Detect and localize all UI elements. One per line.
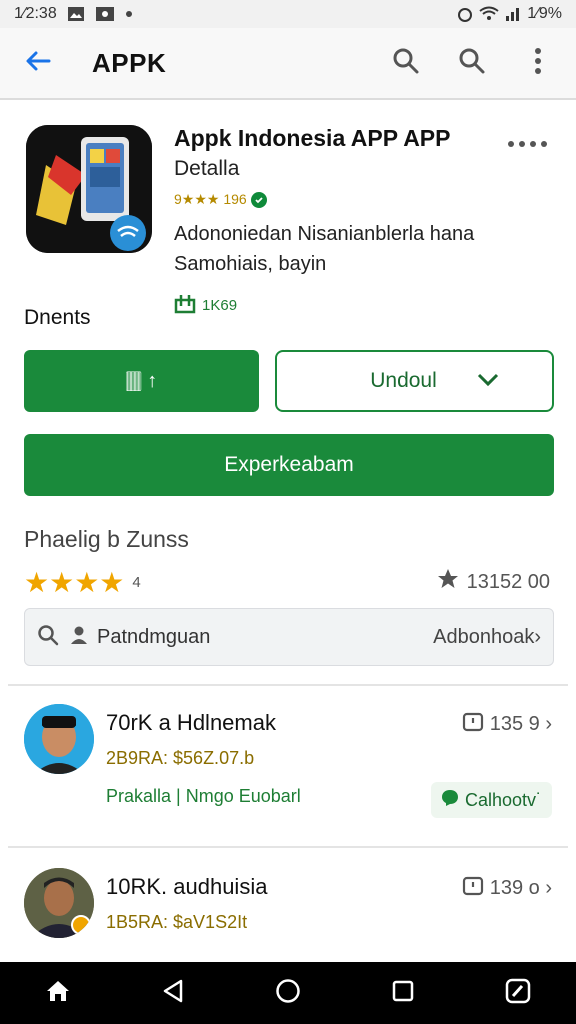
app-name: Appk Indonesia APP APP bbox=[174, 125, 451, 151]
review-count-text: 13152 00 bbox=[466, 570, 550, 593]
action-row: 🀫 ↑ Undoul bbox=[24, 350, 554, 412]
timer-icon bbox=[462, 710, 484, 738]
search-button[interactable] bbox=[382, 39, 430, 87]
download-count: 1K69 bbox=[174, 292, 237, 318]
chevron-down-icon bbox=[477, 369, 499, 393]
item-count: 135 9 › bbox=[462, 710, 552, 738]
star-icon bbox=[437, 568, 459, 596]
section-label: Dnents bbox=[24, 306, 91, 329]
review-stars: ★★★★ 4 bbox=[24, 566, 141, 599]
circle-icon bbox=[275, 978, 301, 1009]
edit-nav-button[interactable] bbox=[494, 969, 542, 1017]
undoul-button[interactable]: Undoul bbox=[275, 350, 554, 412]
rating-value: 4 bbox=[132, 574, 141, 591]
review-count: 13152 00 bbox=[437, 568, 550, 596]
item-name: 10RK. audhuisia bbox=[106, 874, 268, 899]
image-icon bbox=[67, 6, 85, 22]
experkeabam-button[interactable]: Experkeabam bbox=[24, 434, 554, 496]
app-description: Adononiedan Nisanianblerla hana Samohiai… bbox=[174, 219, 554, 279]
back-nav-button[interactable] bbox=[149, 969, 197, 1017]
search-icon bbox=[392, 47, 420, 80]
item-count: 139 o › bbox=[462, 874, 552, 902]
system-nav-bar bbox=[0, 962, 576, 1024]
item-count-text: 135 9 › bbox=[489, 712, 552, 735]
app-rating-text: 9★★★ 196 bbox=[174, 191, 247, 207]
timer-icon bbox=[462, 874, 484, 902]
overflow-menu-button[interactable] bbox=[514, 39, 562, 87]
app-subtitle: Detalla bbox=[174, 157, 240, 180]
verified-badge-icon bbox=[250, 191, 267, 208]
chat-bubble-icon bbox=[441, 789, 459, 812]
search-button-2[interactable] bbox=[448, 39, 496, 87]
install-button-text: 🀫 ↑ bbox=[125, 369, 158, 392]
item-chip[interactable]: Calhootv˙ bbox=[430, 782, 552, 818]
item-meta: 2B9RA: $56Z.07.b bbox=[106, 748, 255, 768]
back-triangle-icon bbox=[162, 979, 184, 1008]
review-search-field[interactable]: Patndmguan Adbonhoak› bbox=[24, 608, 554, 666]
avatar bbox=[24, 704, 94, 774]
person-icon bbox=[69, 625, 89, 650]
home-circle-nav-button[interactable] bbox=[264, 969, 312, 1017]
app-rating: 9★★★ 196 bbox=[174, 191, 267, 208]
divider bbox=[8, 846, 568, 848]
app-bar: APPK bbox=[0, 28, 576, 100]
home-nav-button[interactable] bbox=[34, 969, 82, 1017]
app-bar-title: APPK bbox=[92, 47, 167, 78]
app-icon bbox=[26, 125, 152, 253]
item-count-text: 139 o › bbox=[489, 876, 552, 899]
item-meta: 1B5RA: $aV1S2It bbox=[106, 912, 248, 932]
divider bbox=[8, 684, 568, 686]
square-icon bbox=[391, 979, 415, 1008]
back-button[interactable] bbox=[14, 39, 62, 87]
dot-icon bbox=[125, 10, 133, 18]
app-header: Appk Indonesia APP APP Detalla 9★★★ 196 … bbox=[24, 125, 554, 275]
list-item[interactable]: 70rK a Hdlnemak 2B9RA: $56Z.07.b Prakall… bbox=[24, 704, 554, 824]
reviews-title: Phaelig b Zunss bbox=[24, 526, 189, 552]
app-description-line2: Samohiais, bayin bbox=[174, 253, 327, 275]
back-arrow-icon bbox=[25, 50, 51, 77]
app-description-line1: Adononiedan Nisanianblerla hana bbox=[174, 223, 475, 245]
download-count-text: 1K69 bbox=[202, 296, 238, 314]
search-icon bbox=[37, 624, 59, 651]
star-rating: ★★★★ bbox=[24, 567, 125, 598]
alarm-icon bbox=[457, 6, 473, 22]
download-icon bbox=[174, 292, 196, 318]
item-name: 70rK a Hdlnemak bbox=[106, 710, 276, 735]
home-icon bbox=[45, 979, 71, 1008]
item-chip-label: Calhootv˙ bbox=[464, 789, 542, 810]
avatar bbox=[24, 868, 94, 938]
undoul-button-label: Undoul bbox=[370, 369, 437, 392]
recents-nav-button[interactable] bbox=[379, 969, 427, 1017]
search-right-label[interactable]: Adbonhoak› bbox=[433, 626, 541, 649]
more-vert-icon bbox=[534, 47, 542, 79]
photo-icon bbox=[95, 6, 115, 22]
search-icon bbox=[458, 47, 486, 80]
battery-percent: 1⁄9% bbox=[527, 5, 562, 22]
search-placeholder: Patndmguan bbox=[97, 625, 211, 648]
edit-square-icon bbox=[505, 978, 531, 1009]
item-extra: Prakalla | Nmgo Euobarl bbox=[106, 786, 301, 806]
more-horiz-icon[interactable] bbox=[508, 129, 548, 155]
signal-icon bbox=[505, 6, 521, 22]
status-time: 1⁄2:38 bbox=[14, 5, 57, 22]
install-button[interactable]: 🀫 ↑ bbox=[24, 350, 259, 412]
wifi-icon bbox=[479, 6, 499, 22]
status-bar: 1⁄2:38 1⁄9% bbox=[0, 0, 576, 28]
